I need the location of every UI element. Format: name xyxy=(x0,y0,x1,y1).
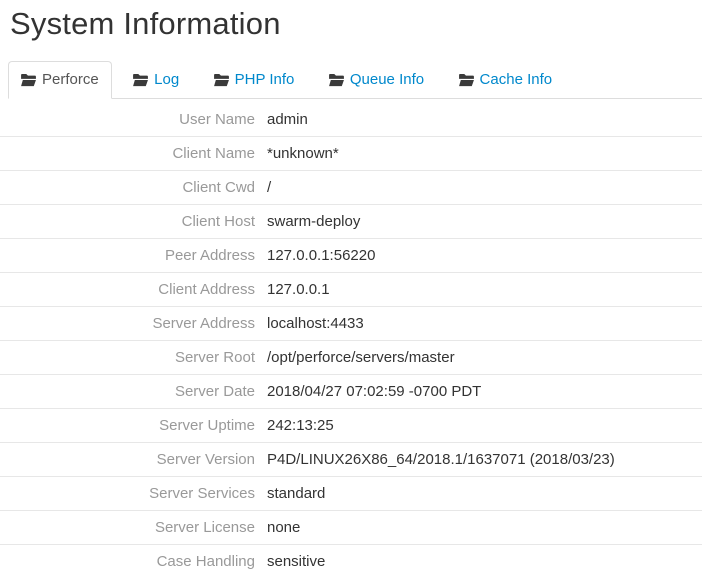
tab-log[interactable]: Log xyxy=(120,61,192,99)
row-label: Server Uptime xyxy=(0,408,255,443)
system-info-table: User Name admin Client Name *unknown* Cl… xyxy=(0,99,702,577)
folder-icon xyxy=(133,73,149,87)
row-label: Case Handling xyxy=(0,544,255,577)
row-value: swarm-deploy xyxy=(255,204,702,239)
row-label: Peer Address xyxy=(0,238,255,273)
row-value: /opt/perforce/servers/master xyxy=(255,340,702,375)
tab-item: PHP Info xyxy=(201,61,308,99)
tab-label: PHP Info xyxy=(234,71,295,88)
row-label: Server Root xyxy=(0,340,255,375)
tab-label: Cache Info xyxy=(479,71,553,88)
table-row: Server Services standard xyxy=(0,476,702,511)
table-row: Client Cwd / xyxy=(0,170,702,205)
row-value: admin xyxy=(267,111,308,128)
tab-label: Queue Info xyxy=(349,71,425,88)
row-label: Server Date xyxy=(0,374,255,409)
tab-item: Queue Info xyxy=(316,61,437,99)
row-value: / xyxy=(255,170,702,205)
tab-label: Log xyxy=(154,71,180,88)
row-label: Client Name xyxy=(0,136,255,171)
table-row: User Name admin xyxy=(0,99,702,137)
row-value: *unknown* xyxy=(255,136,702,171)
row-value: P4D/LINUX26X86_64/2018.1/1637071 (2018/0… xyxy=(255,442,702,477)
table-row: Client Address 127.0.0.1 xyxy=(0,272,702,307)
row-label: User Name xyxy=(179,111,255,128)
page-title: System Information xyxy=(10,6,281,41)
tab-perforce[interactable]: Perforce xyxy=(8,61,112,99)
tab-label: Perforce xyxy=(42,71,99,88)
tab-content-perforce: User Name admin Client Name *unknown* Cl… xyxy=(0,99,702,577)
table-row: Server License none xyxy=(0,510,702,545)
table-row: Client Name *unknown* xyxy=(0,136,702,171)
folder-icon xyxy=(458,73,474,87)
folder-icon xyxy=(213,73,229,87)
table-row: Server Date 2018/04/27 07:02:59 -0700 PD… xyxy=(0,374,702,409)
row-value: localhost:4433 xyxy=(255,306,702,341)
table-row: Server Address localhost:4433 xyxy=(0,306,702,341)
tab-item: Cache Info xyxy=(446,61,566,99)
row-label: Client Cwd xyxy=(0,170,255,205)
table-row: Server Version P4D/LINUX26X86_64/2018.1/… xyxy=(0,442,702,477)
folder-icon xyxy=(328,73,344,87)
row-label: Server License xyxy=(0,510,255,545)
tab-item: Perforce xyxy=(8,61,112,99)
row-label: Server Address xyxy=(0,306,255,341)
tab-queue-info[interactable]: Queue Info xyxy=(316,61,437,99)
tab-php-info[interactable]: PHP Info xyxy=(201,61,308,99)
table-row: Client Host swarm-deploy xyxy=(0,204,702,239)
row-value: standard xyxy=(255,476,702,511)
table-row: Server Root /opt/perforce/servers/master xyxy=(0,340,702,375)
row-value: 2018/04/27 07:02:59 -0700 PDT xyxy=(255,374,702,409)
tab-bar: Perforce Log PHP Info Queue Info Cache I… xyxy=(8,61,702,99)
row-value: none xyxy=(255,510,702,545)
row-value: 127.0.0.1 xyxy=(255,272,702,307)
tab-item: Log xyxy=(120,61,192,99)
table-row: Peer Address 127.0.0.1:56220 xyxy=(0,238,702,273)
row-value: 127.0.0.1:56220 xyxy=(255,238,702,273)
row-value: sensitive xyxy=(255,544,702,577)
row-label: Client Host xyxy=(0,204,255,239)
folder-icon xyxy=(21,73,36,87)
row-value: 242:13:25 xyxy=(255,408,702,443)
tab-cache-info[interactable]: Cache Info xyxy=(446,61,566,99)
row-label: Server Version xyxy=(0,442,255,477)
row-label: Client Address xyxy=(0,272,255,307)
row-label: Server Services xyxy=(0,476,255,511)
table-row: Server Uptime 242:13:25 xyxy=(0,408,702,443)
table-row: Case Handling sensitive xyxy=(0,544,702,577)
